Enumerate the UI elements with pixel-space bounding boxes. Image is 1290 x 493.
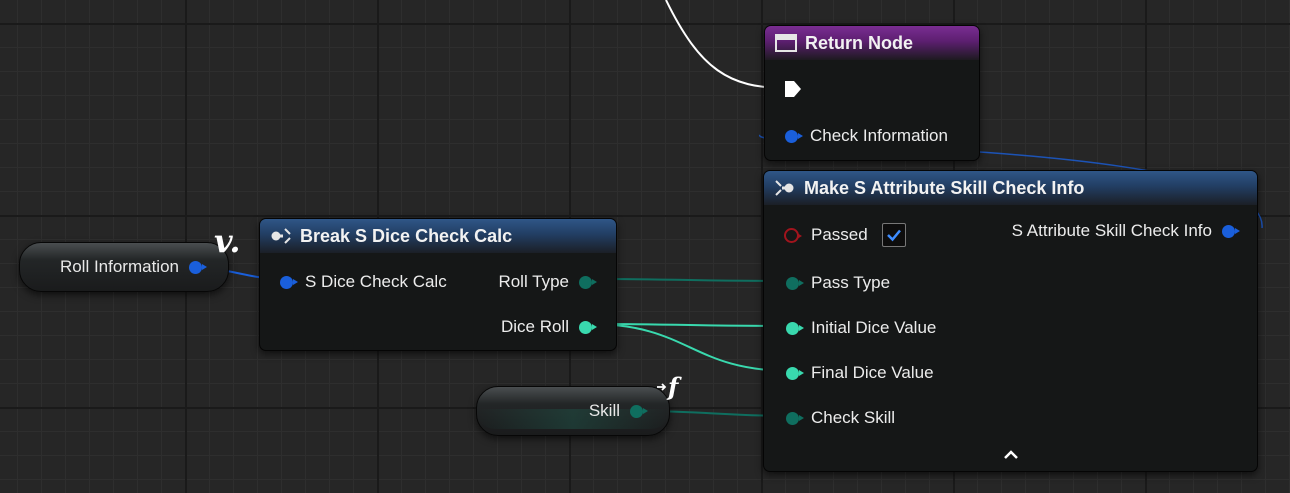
roll-type-pin-row[interactable]: Roll Type [498,272,597,292]
dice-check-calc-pin[interactable] [280,275,298,289]
make-struct-node-title: Make S Attribute Skill Check Info [804,177,1085,198]
check-skill-label: Check Skill [811,408,896,427]
skill-label: Skill [588,401,620,420]
exec-input-pin[interactable] [783,79,803,99]
output-label: S Attribute Skill Check Info [1011,221,1212,240]
chevron-up-icon[interactable] [1002,448,1020,462]
make-struct-icon [775,180,794,196]
skill-variable-node[interactable]: Skill [476,386,670,436]
check-skill-pin[interactable] [786,411,804,425]
function-return-icon [775,34,797,52]
pass-type-pin[interactable] [786,276,804,290]
dice-check-calc-pin-row[interactable]: S Dice Check Calc [280,272,447,292]
return-node-title: Return Node [805,32,913,53]
function-input-badge: f [656,372,678,401]
final-dice-value-pin[interactable] [786,366,804,380]
final-dice-value-pin-row[interactable]: Final Dice Value [786,363,934,383]
checkmark-icon [886,229,901,242]
final-dice-value-label: Final Dice Value [811,363,934,382]
pass-type-label: Pass Type [811,273,891,292]
make-struct-node-header[interactable]: Make S Attribute Skill Check Info [764,171,1257,205]
make-struct-node[interactable]: Make S Attribute Skill Check Info Passed… [763,170,1258,472]
passed-pin[interactable] [784,227,802,243]
return-node-header[interactable]: Return Node [765,26,979,60]
roll-information-pin[interactable] [189,260,207,274]
initial-dice-value-label: Initial Dice Value [811,318,937,337]
roll-information-label: Roll Information [59,257,179,276]
passed-checkbox[interactable] [881,223,906,247]
break-struct-node[interactable]: Break S Dice Check Calc S Dice Check Cal… [259,218,617,351]
wire-dice-roll-final [589,323,793,372]
dice-roll-pin-row[interactable]: Dice Roll [500,317,597,337]
wire-roll-type [589,278,793,282]
return-node[interactable]: Return Node Check Information [764,25,980,161]
passed-label: Passed [811,225,868,244]
initial-dice-value-pin[interactable] [786,321,804,335]
initial-dice-value-pin-row[interactable]: Initial Dice Value [786,318,936,338]
dice-roll-label: Dice Roll [500,317,569,336]
check-information-pin[interactable] [785,129,803,143]
roll-type-pin[interactable] [579,275,597,289]
dice-roll-pin[interactable] [579,320,597,334]
break-struct-node-title: Break S Dice Check Calc [300,225,513,246]
skill-pin[interactable] [630,404,648,418]
roll-information-variable-node[interactable]: Roll Information [19,242,229,292]
check-information-pin-row[interactable]: Check Information [785,126,948,146]
roll-type-label: Roll Type [498,272,569,291]
check-skill-pin-row[interactable]: Check Skill [786,408,895,428]
pass-type-pin-row[interactable]: Pass Type [786,273,890,293]
passed-pin-row[interactable]: Passed [784,223,906,247]
dice-check-calc-label: S Dice Check Calc [305,272,447,291]
break-struct-icon [271,228,291,244]
output-pin-row[interactable]: S Attribute Skill Check Info [1011,221,1240,241]
wire-dice-roll-initial [589,323,793,327]
check-information-label: Check Information [810,126,948,145]
function-badge-text: f [668,372,679,401]
arrow-right-icon [657,382,667,391]
local-variable-badge: v. [214,222,241,260]
break-struct-node-header[interactable]: Break S Dice Check Calc [260,219,616,253]
output-pin[interactable] [1222,224,1240,238]
